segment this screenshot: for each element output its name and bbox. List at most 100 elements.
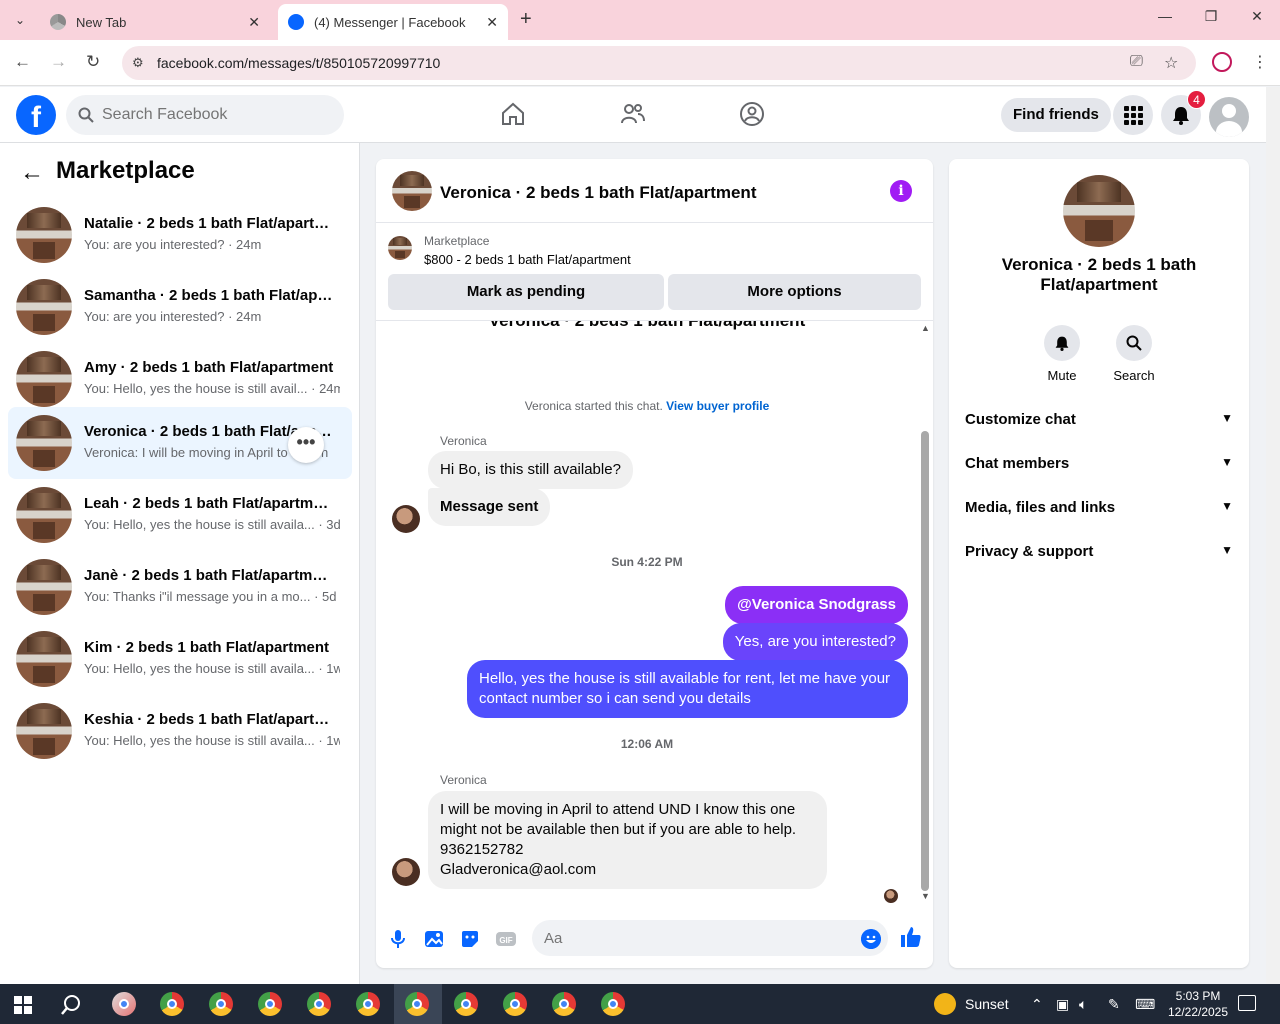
restore-icon[interactable]: ❐ [1188, 8, 1234, 25]
back-icon[interactable]: ← [14, 52, 31, 72]
chat-title[interactable]: Veronica · 2 beds 1 bath Flat/apartment [440, 183, 756, 203]
conversation-item[interactable]: Samantha · 2 beds 1 bath Flat/apartment … [8, 271, 352, 343]
account-avatar[interactable] [1209, 97, 1249, 137]
conversation-item[interactable]: Kim · 2 beds 1 bath Flat/apartment You: … [8, 623, 352, 695]
chevron-down-icon: ▼ [1221, 499, 1233, 513]
more-options-icon[interactable]: ••• [288, 427, 324, 463]
conversation-item[interactable]: Leah · 2 beds 1 bath Flat/apartment You:… [8, 479, 352, 551]
timestamp: 12:06 AM [620, 737, 674, 751]
tray-chevron-up-icon[interactable]: ⌃ [1031, 996, 1043, 1013]
back-arrow-icon[interactable]: ← [20, 159, 44, 187]
profile-icon[interactable] [1212, 52, 1232, 72]
gif-icon[interactable]: GIF [495, 928, 517, 950]
groups-icon[interactable] [739, 101, 765, 127]
chat-scrollbar[interactable]: ▲ ▼ [918, 321, 933, 903]
facebook-logo-icon[interactable]: f [16, 95, 56, 135]
conversation-item[interactable]: Amy · 2 beds 1 bath Flat/apartment You: … [8, 343, 352, 415]
conversation-snippet: You: Hello, yes the house is still avail… [84, 517, 340, 532]
volume-icon[interactable]: 🔈︎ [1079, 996, 1087, 1013]
chrome-taskbar-icon[interactable] [552, 992, 576, 1016]
photo-icon[interactable] [423, 928, 445, 950]
chrome-taskbar-icon[interactable] [356, 992, 380, 1016]
media-files-links-section[interactable]: Media, files and links ▼ [965, 499, 1233, 523]
listing-title[interactable]: $800 - 2 beds 1 bath Flat/apartment [424, 252, 631, 267]
chrome-taskbar-icon[interactable] [503, 992, 527, 1016]
tab-messenger[interactable]: (4) Messenger | Facebook ✕ [278, 4, 508, 40]
conversation-snippet: You: Hello, yes the house is still avail… [84, 733, 340, 748]
conversation-item-active[interactable]: Veronica · 2 beds 1 bath Flat/apartment … [8, 407, 352, 479]
taskbar-search-icon[interactable] [60, 994, 82, 1016]
reload-icon[interactable]: ↻ [86, 52, 100, 72]
tab-new-tab[interactable]: New Tab ✕ [40, 4, 270, 40]
friends-icon[interactable] [620, 101, 646, 127]
close-tab-icon[interactable]: ✕ [248, 14, 260, 31]
new-tab-icon[interactable]: + [520, 8, 532, 31]
minimize-icon[interactable]: — [1142, 8, 1188, 24]
conversation-name: Keshia · 2 beds 1 bath Flat/apartment [84, 711, 334, 728]
listing-thumbnail[interactable] [392, 171, 432, 211]
conversation-item[interactable]: Natalie · 2 beds 1 bath Flat/apartment Y… [8, 199, 352, 271]
sender-avatar[interactable] [392, 858, 420, 886]
tray-device-icon[interactable]: ▣ [1056, 996, 1069, 1013]
chrome-taskbar-icon[interactable] [258, 992, 282, 1016]
conversation-item[interactable]: Keshia · 2 beds 1 bath Flat/apartment Yo… [8, 695, 352, 767]
mute-button[interactable]: Mute [1032, 325, 1092, 383]
emoji-icon[interactable] [861, 929, 881, 949]
view-buyer-profile-link[interactable]: View buyer profile [666, 399, 769, 413]
menu-grid-icon[interactable] [1113, 95, 1153, 135]
home-icon[interactable] [500, 101, 526, 127]
close-tab-icon[interactable]: ✕ [486, 14, 498, 31]
conversation-item[interactable]: Janè · 2 beds 1 bath Flat/apartment You:… [8, 551, 352, 623]
more-options-button[interactable]: More options [668, 274, 921, 310]
browser-menu-icon[interactable]: ⋮ [1252, 52, 1268, 72]
find-friends-button[interactable]: Find friends [1001, 98, 1111, 132]
outgoing-message: Yes, are you interested? [722, 623, 908, 661]
incoming-message: Hi Bo, is this still available? [428, 451, 633, 489]
listing-thumbnail[interactable] [1063, 175, 1135, 247]
scroll-up-icon[interactable]: ▲ [921, 323, 930, 333]
page-scrollbar[interactable] [1266, 87, 1280, 984]
bookmark-star-icon[interactable]: ☆ [1164, 53, 1178, 73]
weather-text[interactable]: Sunset [965, 996, 1009, 1012]
chrome-taskbar-icon[interactable] [454, 992, 478, 1016]
notification-center-icon[interactable] [1238, 995, 1256, 1011]
tab-search-icon[interactable]: ⌄ [8, 8, 32, 32]
info-icon[interactable]: i [890, 180, 912, 202]
chrome-taskbar-icon[interactable] [601, 992, 625, 1016]
search-input[interactable] [102, 106, 322, 124]
sender-avatar[interactable] [392, 505, 420, 533]
chrome-taskbar-icon[interactable] [160, 992, 184, 1016]
search-conversation-button[interactable]: Search [1104, 325, 1164, 383]
install-icon[interactable]: ⎚ [1130, 53, 1143, 71]
customize-chat-section[interactable]: Customize chat ▼ [965, 411, 1233, 435]
keyboard-icon[interactable]: ⌨ [1135, 996, 1155, 1013]
chrome-taskbar-icon-active[interactable] [405, 992, 429, 1016]
pen-icon[interactable]: ✎ [1108, 996, 1120, 1013]
chrome-icon [50, 14, 66, 30]
section-label: Chat members [965, 455, 1070, 472]
thumbs-up-icon[interactable] [899, 925, 923, 949]
taskbar-app-icon[interactable] [112, 992, 136, 1016]
chrome-taskbar-icon[interactable] [209, 992, 233, 1016]
facebook-search[interactable] [66, 95, 344, 135]
omnibox[interactable]: ⚙ facebook.com/messages/t/85010572099771… [122, 46, 1196, 80]
windows-start-icon[interactable] [14, 996, 32, 1014]
scrollbar-thumb[interactable] [921, 431, 929, 891]
listing-thumbnail [16, 559, 72, 615]
mark-as-pending-button[interactable]: Mark as pending [388, 274, 664, 310]
microphone-icon[interactable] [387, 928, 409, 950]
message-input[interactable] [532, 920, 888, 956]
chat-members-section[interactable]: Chat members ▼ [965, 455, 1233, 479]
close-window-icon[interactable]: ✕ [1234, 8, 1280, 25]
chrome-taskbar-icon[interactable] [307, 992, 331, 1016]
forward-icon[interactable]: → [50, 52, 67, 72]
listing-thumbnail [16, 207, 72, 263]
scroll-down-icon[interactable]: ▼ [921, 891, 930, 901]
url-text[interactable]: facebook.com/messages/t/850105720997710 [157, 55, 440, 71]
weather-sun-icon[interactable] [934, 993, 956, 1015]
clock[interactable]: 5:03 PM 12/22/2025 [1166, 988, 1230, 1020]
sender-name: Veronica [440, 434, 487, 448]
sticker-icon[interactable] [459, 928, 481, 950]
site-info-icon[interactable]: ⚙ [132, 55, 144, 71]
privacy-support-section[interactable]: Privacy & support ▼ [965, 543, 1233, 567]
